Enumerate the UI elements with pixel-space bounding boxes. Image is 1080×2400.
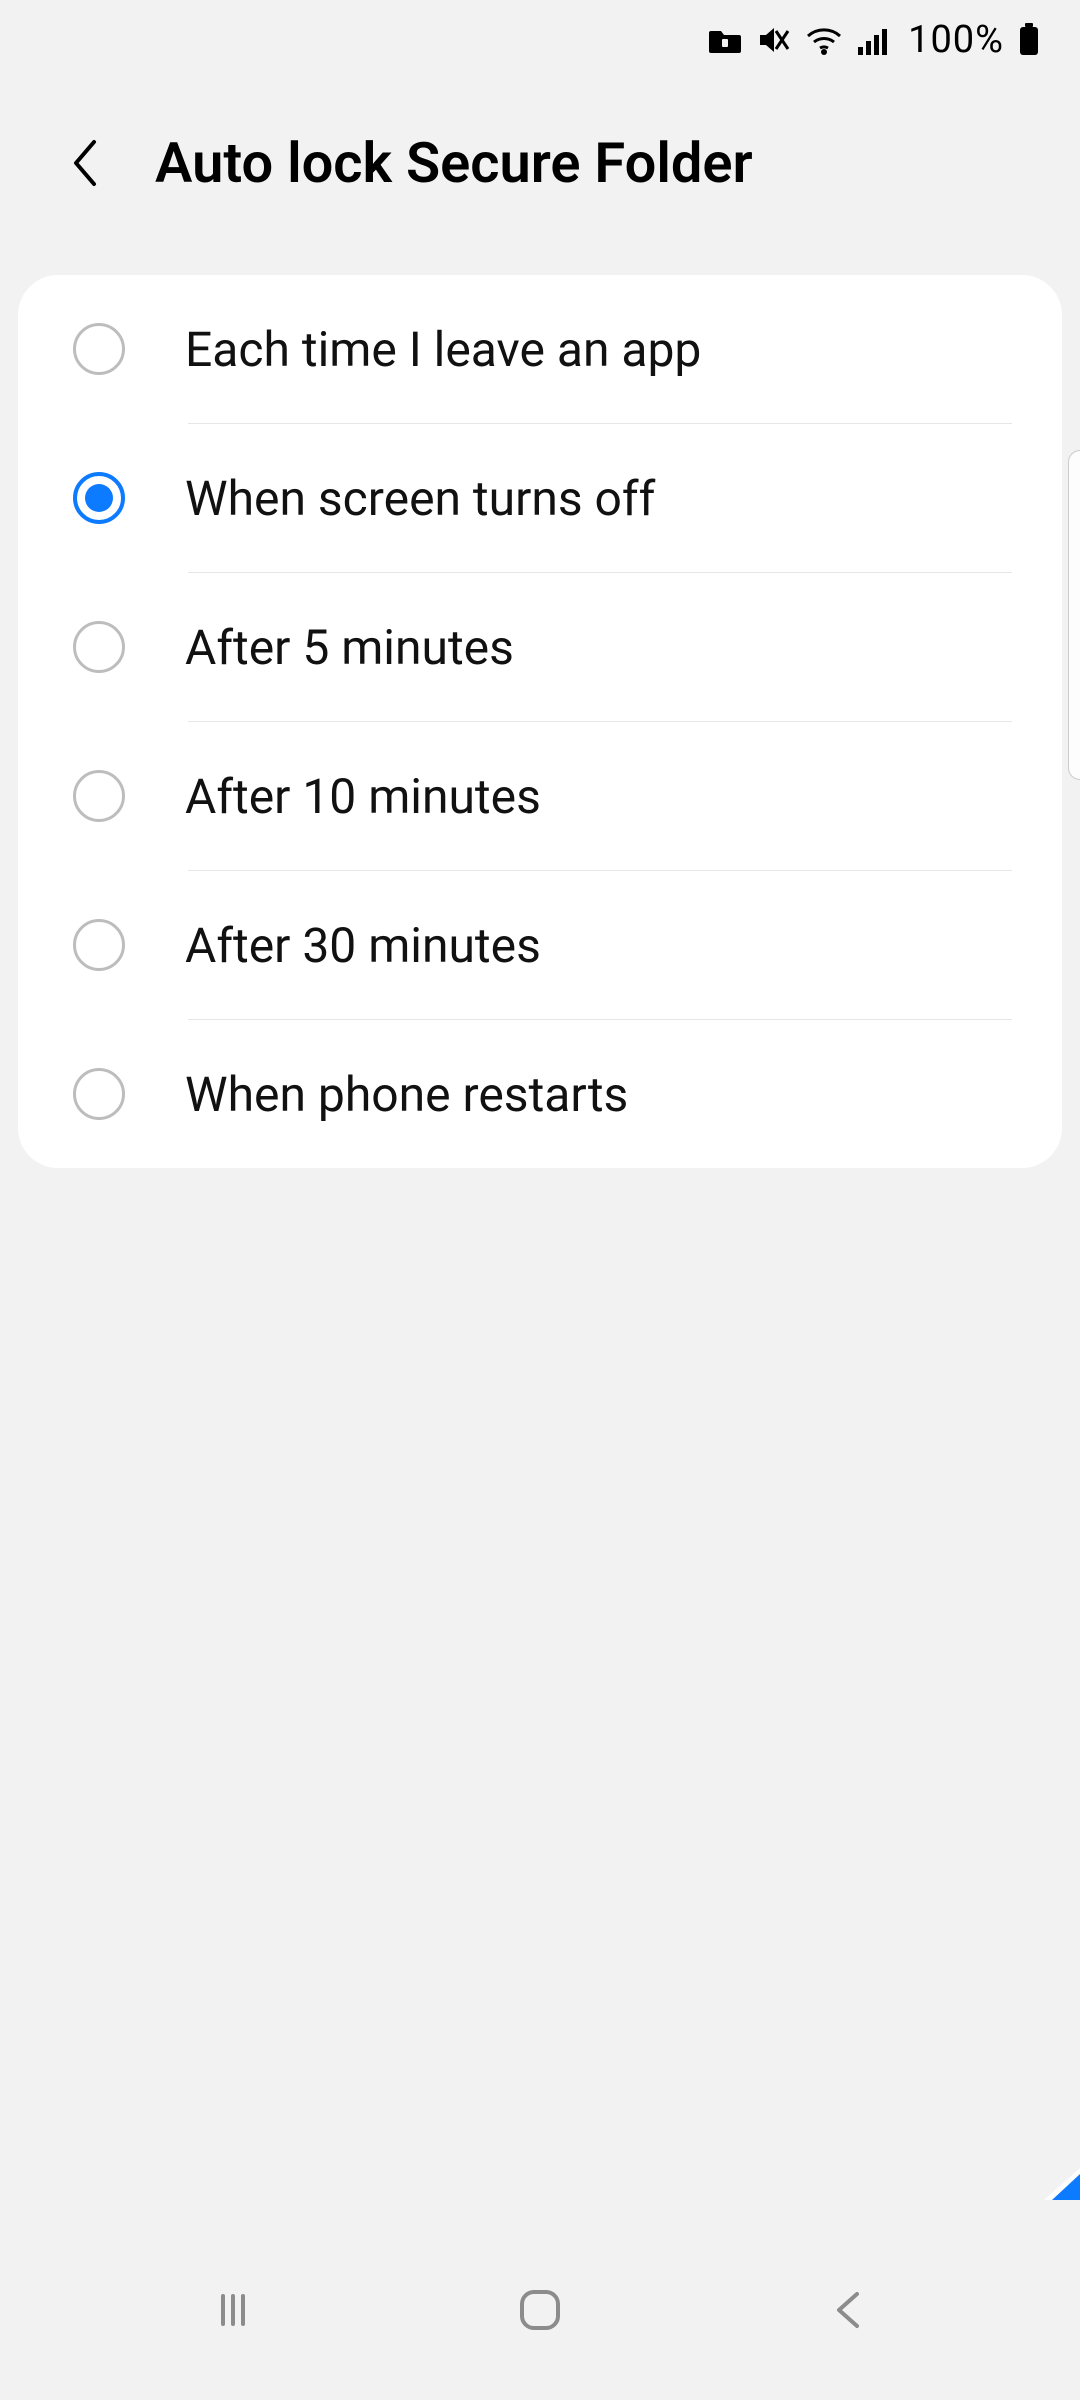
option-screen-off[interactable]: When screen turns off: [18, 424, 1062, 572]
option-label: After 30 minutes: [185, 917, 541, 974]
option-label: When phone restarts: [185, 1066, 628, 1123]
recents-icon: [209, 2286, 257, 2334]
scroll-handle[interactable]: [1068, 450, 1080, 780]
home-icon: [514, 2284, 566, 2336]
wifi-icon: [804, 24, 844, 56]
radio-button[interactable]: [73, 770, 125, 822]
radio-button[interactable]: [73, 621, 125, 673]
chevron-left-icon: [827, 2286, 867, 2334]
radio-button[interactable]: [73, 323, 125, 375]
system-nav-bar: [0, 2250, 1080, 2400]
option-each-time-leave-app[interactable]: Each time I leave an app: [18, 275, 1062, 423]
option-after-5-min[interactable]: After 5 minutes: [18, 573, 1062, 721]
recents-button[interactable]: [193, 2270, 273, 2350]
option-after-10-min[interactable]: After 10 minutes: [18, 722, 1062, 870]
option-label: After 5 minutes: [185, 619, 514, 676]
option-label: When screen turns off: [185, 470, 655, 527]
back-button[interactable]: [55, 133, 115, 193]
signal-icon: [858, 25, 894, 55]
secure-folder-corner-icon: [1044, 2168, 1080, 2200]
page-title: Auto lock Secure Folder: [155, 130, 753, 196]
option-after-30-min[interactable]: After 30 minutes: [18, 871, 1062, 1019]
chevron-left-icon: [68, 136, 102, 190]
header: Auto lock Secure Folder: [0, 130, 1080, 196]
battery-percentage: 100%: [908, 18, 1004, 62]
option-label: After 10 minutes: [185, 768, 541, 825]
home-button[interactable]: [500, 2270, 580, 2350]
secure-folder-icon: [708, 25, 742, 55]
option-label: Each time I leave an app: [185, 321, 701, 378]
radio-button[interactable]: [73, 919, 125, 971]
mute-icon: [756, 23, 790, 57]
radio-button[interactable]: [73, 1068, 125, 1120]
nav-back-button[interactable]: [807, 2270, 887, 2350]
option-phone-restarts[interactable]: When phone restarts: [18, 1020, 1062, 1168]
radio-button[interactable]: [73, 472, 125, 524]
battery-icon: [1018, 23, 1040, 57]
status-bar: 100%: [0, 0, 1080, 80]
options-card: Each time I leave an app When screen tur…: [18, 275, 1062, 1168]
